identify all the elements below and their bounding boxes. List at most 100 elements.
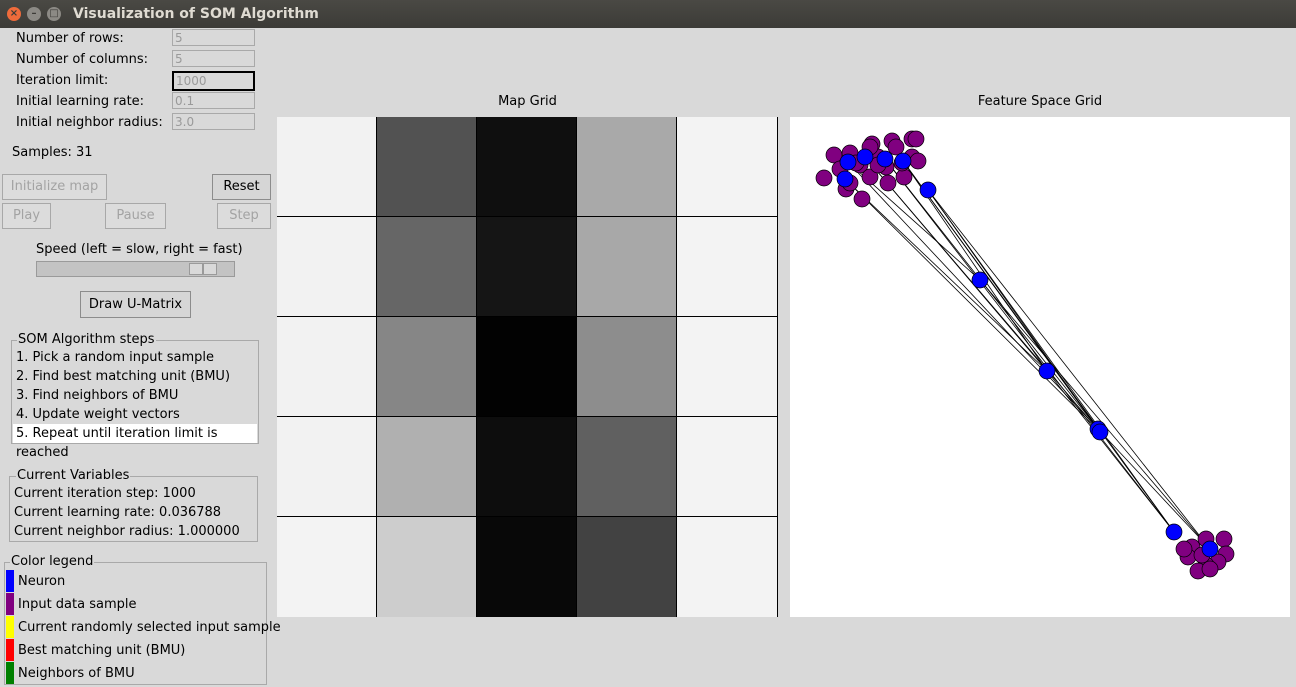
map-cell [277, 217, 377, 317]
neuron-link [847, 161, 1099, 430]
neuron-point [839, 153, 857, 171]
neuron-point [1091, 423, 1109, 441]
pause-button[interactable]: Pause [105, 203, 166, 229]
neuron-link [927, 189, 1211, 550]
neuron-point [971, 271, 989, 289]
maximize-window-button[interactable]: □ [47, 7, 61, 21]
current-variables-title: Current Variables [16, 468, 131, 483]
map-cell [477, 517, 577, 617]
neuron-point [836, 170, 854, 188]
input-sample-point [895, 168, 913, 186]
step-item: 2. Find best matching unit (BMU) [16, 369, 231, 384]
map-cell [277, 417, 377, 517]
input-sample-point [825, 146, 843, 164]
legend-swatch [6, 570, 14, 592]
input-sample-point [1215, 530, 1233, 548]
neuron-point [876, 150, 894, 168]
map-cell [477, 317, 577, 417]
title-bar: × – □ Visualization of SOM Algorithm [0, 0, 1296, 28]
speed-slider-handle[interactable] [189, 263, 203, 275]
speed-slider[interactable] [36, 261, 235, 277]
feature-space-plot [815, 130, 1235, 580]
map-cell [277, 517, 377, 617]
map-cell [577, 317, 677, 417]
play-button[interactable]: Play [2, 203, 51, 229]
legend-label: Neuron [18, 574, 66, 589]
minimize-window-button[interactable]: – [27, 7, 41, 21]
learning-rate-label: Initial learning rate: [16, 94, 145, 109]
feature-space-grid[interactable] [790, 117, 1290, 617]
input-sample-point [853, 190, 871, 208]
neuron-link [844, 178, 1048, 372]
input-sample-point [815, 169, 833, 187]
map-grid-title: Map Grid [498, 94, 557, 109]
columns-input[interactable] [172, 50, 255, 67]
map-cell [677, 317, 778, 417]
map-cell [477, 217, 577, 317]
reset-button[interactable]: Reset [212, 174, 271, 200]
map-cell [377, 217, 477, 317]
map-cell [377, 417, 477, 517]
step-item-highlighted: 5. Repeat until iteration limit is reach… [13, 424, 257, 460]
map-grid[interactable] [277, 117, 778, 617]
step-item: 4. Update weight vectors [16, 407, 180, 422]
neuron-link [1046, 370, 1175, 533]
neuron-point [1201, 540, 1219, 558]
map-cell [377, 117, 477, 217]
step-item: 1. Pick a random input sample [16, 350, 214, 365]
current-learning-rate: Current learning rate: 0.036788 [14, 505, 222, 520]
rows-label: Number of rows: [16, 31, 124, 46]
input-sample-point [879, 174, 897, 192]
speed-slider-handle-right[interactable] [203, 263, 217, 275]
neighbor-radius-label: Initial neighbor radius: [16, 115, 163, 130]
rows-input[interactable] [172, 29, 255, 46]
step-item: 3. Find neighbors of BMU [16, 388, 179, 403]
neighbor-radius-input[interactable] [172, 113, 255, 130]
close-window-button[interactable]: × [7, 7, 21, 21]
iteration-limit-label: Iteration limit: [16, 73, 109, 88]
input-sample-point [1201, 560, 1219, 578]
input-sample-point [887, 138, 905, 156]
map-cell [477, 117, 577, 217]
legend-label: Current randomly selected input sample [18, 620, 281, 635]
legend-swatch [6, 616, 14, 638]
columns-label: Number of columns: [16, 52, 149, 67]
current-iteration: Current iteration step: 1000 [14, 486, 196, 501]
iteration-limit-input[interactable] [172, 71, 255, 91]
map-cell [677, 117, 778, 217]
neuron-link [1097, 428, 1211, 550]
map-cell [577, 217, 677, 317]
samples-count: Samples: 31 [12, 145, 93, 160]
map-cell [677, 217, 778, 317]
map-cell [277, 117, 377, 217]
neuron-point [1038, 362, 1056, 380]
map-cell [677, 417, 778, 517]
map-cell [577, 517, 677, 617]
legend-label: Input data sample [18, 597, 137, 612]
legend-swatch [6, 639, 14, 661]
draw-u-matrix-button[interactable]: Draw U-Matrix [80, 291, 191, 318]
current-neighbor-radius: Current neighbor radius: 1.000000 [14, 524, 240, 539]
learning-rate-input[interactable] [172, 92, 255, 109]
color-legend-title: Color legend [10, 554, 95, 569]
map-cell [377, 317, 477, 417]
input-sample-point [907, 130, 925, 148]
step-button[interactable]: Step [217, 203, 271, 229]
legend-label: Neighbors of BMU [18, 666, 135, 681]
map-cell [577, 417, 677, 517]
neuron-link [902, 160, 1175, 533]
speed-label: Speed (left = slow, right = fast) [36, 242, 243, 257]
map-cell [377, 517, 477, 617]
neuron-point [894, 152, 912, 170]
neuron-link [979, 279, 1211, 550]
initialize-map-button[interactable]: Initialize map [2, 174, 107, 200]
legend-swatch [6, 593, 14, 615]
neuron-link [844, 178, 1101, 433]
som-steps-title: SOM Algorithm steps [17, 332, 156, 347]
map-cell [477, 417, 577, 517]
neuron-link [927, 189, 1175, 533]
legend-label: Best matching unit (BMU) [18, 643, 186, 658]
map-cell [677, 517, 778, 617]
window-title: Visualization of SOM Algorithm [73, 6, 319, 22]
neuron-point [919, 181, 937, 199]
